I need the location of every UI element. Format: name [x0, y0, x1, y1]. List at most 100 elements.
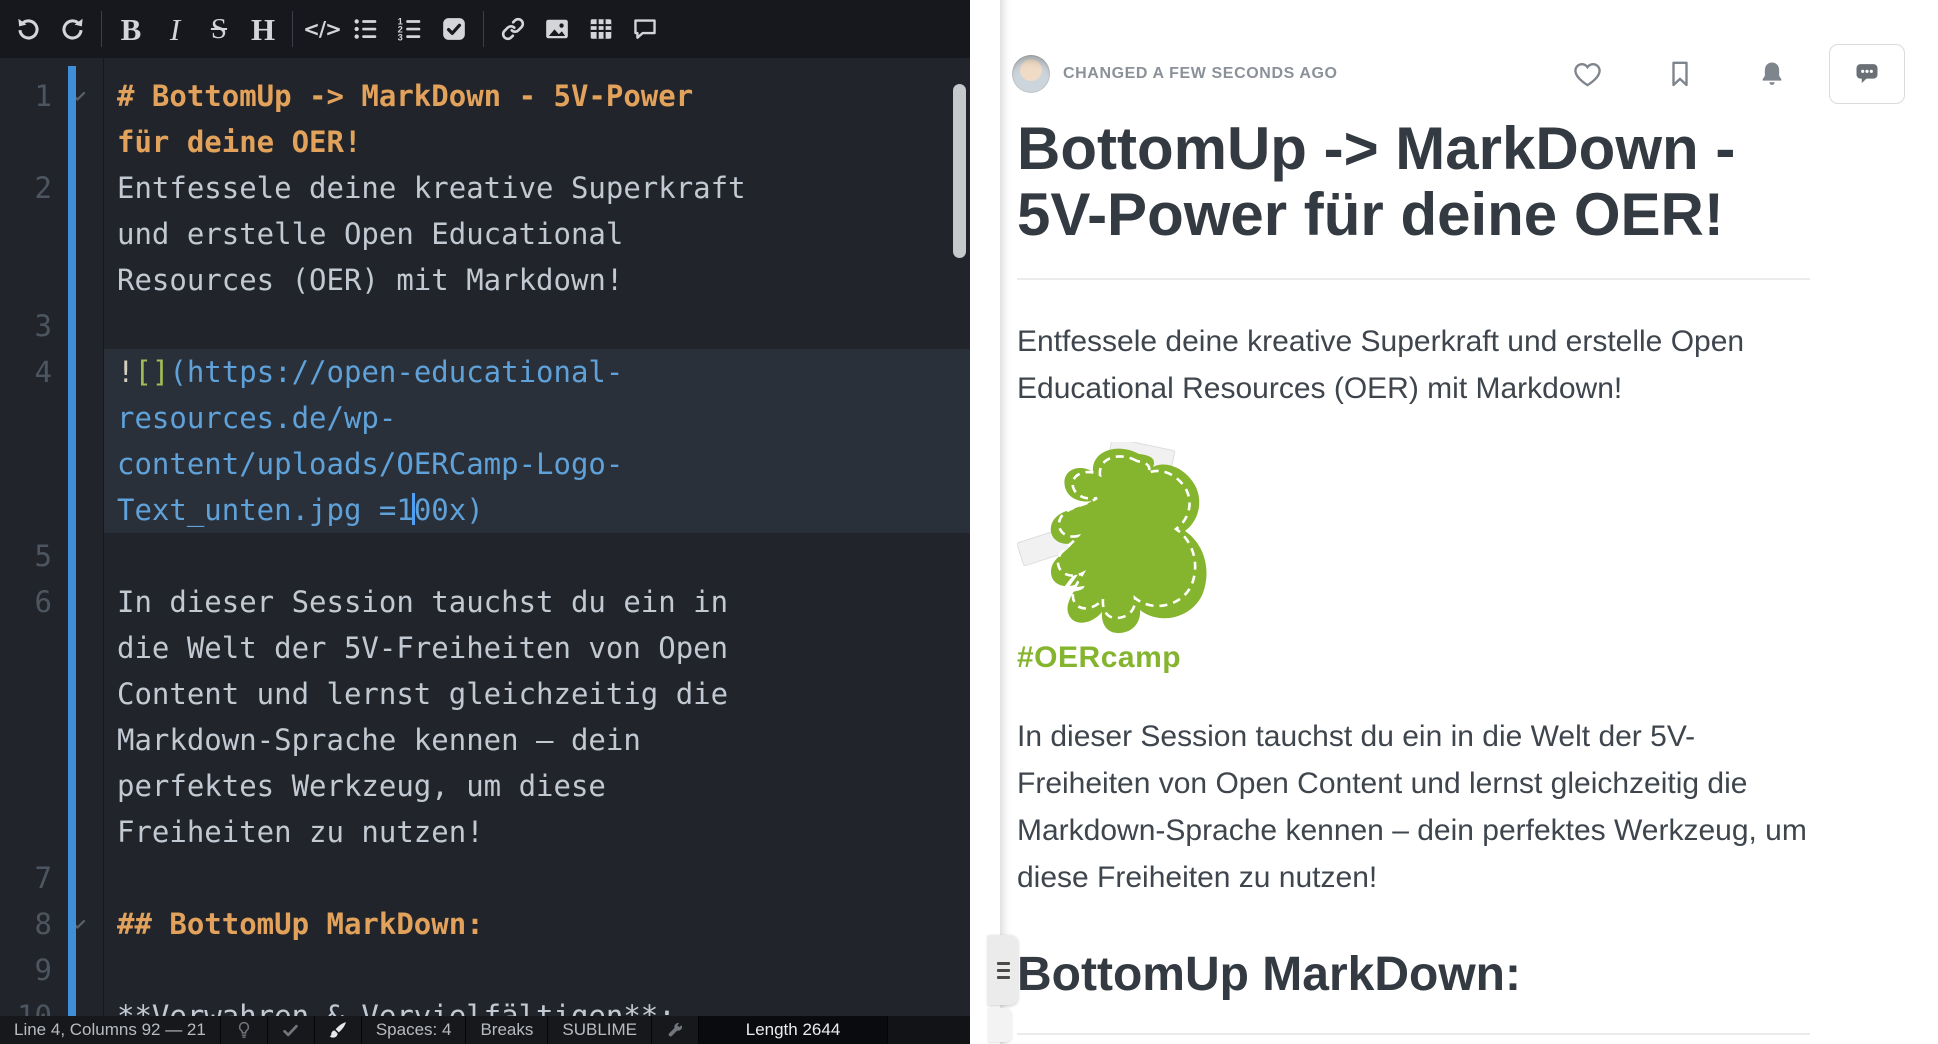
bell-icon[interactable] — [1757, 59, 1787, 89]
line-number — [0, 257, 52, 303]
wrench-icon[interactable] — [652, 1016, 699, 1044]
code-text: für deine OER! — [103, 119, 361, 165]
section-drag-handle[interactable] — [988, 935, 1018, 1005]
editor-row[interactable]: 9 — [0, 947, 970, 993]
keymap-setting[interactable]: SUBLIME — [548, 1016, 652, 1044]
author-avatar[interactable] — [1012, 55, 1050, 93]
doc-paragraph-2: In dieser Session tauchst du ein in die … — [1017, 713, 1810, 901]
line-number: 10 — [0, 993, 52, 1016]
comment-button[interactable] — [1829, 44, 1905, 104]
unordered-list-button[interactable] — [344, 6, 388, 52]
note-actions — [1572, 59, 1787, 90]
fold-gutter — [52, 809, 103, 855]
comment-icon — [632, 16, 658, 42]
line-number — [0, 211, 52, 257]
editor-row[interactable]: 8## BottomUp MarkDown: — [0, 901, 970, 947]
rendered-document: BottomUp -> MarkDown - 5V-Power für dein… — [1017, 116, 1810, 1035]
editor-row[interactable]: Resources (OER) mit Markdown! — [0, 257, 970, 303]
code-text: Text_unten.jpg =100x) — [103, 487, 484, 533]
fold-gutter — [52, 671, 103, 717]
fold-gutter — [52, 855, 103, 901]
strikethrough-icon: S — [211, 15, 227, 44]
app-window: BISH </> 123 1# BottomUp -> MarkDown - 5V-… — [0, 0, 1938, 1044]
editor-row[interactable]: resources.de/wp- — [0, 395, 970, 441]
fold-gutter — [52, 579, 103, 625]
line-number: 9 — [0, 947, 52, 993]
ordered-list-button[interactable]: 123 — [388, 6, 432, 52]
linebreak-setting[interactable]: Breaks — [466, 1016, 548, 1044]
changed-lines-bar — [68, 66, 76, 1016]
line-number: 7 — [0, 855, 52, 901]
section-drag-handle-secondary[interactable] — [988, 1008, 1012, 1042]
editor-row[interactable]: 5 — [0, 533, 970, 579]
toolbar-separator — [483, 11, 484, 47]
check-icon[interactable] — [268, 1016, 315, 1044]
fold-chevron-icon[interactable] — [52, 901, 103, 947]
editor-row[interactable]: Text_unten.jpg =100x) — [0, 487, 970, 533]
cursor-position: Line 4, Columns 92 — 21 — [0, 1016, 221, 1044]
fold-chevron-icon[interactable] — [52, 73, 103, 119]
code-text — [103, 533, 117, 579]
editor-row[interactable]: 7 — [0, 855, 970, 901]
editor-row[interactable]: 2Entfessele deine kreative Superkraft — [0, 165, 970, 211]
image-button[interactable] — [535, 6, 579, 52]
editor-row[interactable]: für deine OER! — [0, 119, 970, 165]
editor-row[interactable]: 4![](https://open-educational- — [0, 349, 970, 395]
code-text: Freiheiten zu nutzen! — [103, 809, 484, 855]
chat-dots-icon — [1853, 60, 1881, 88]
fold-gutter — [52, 211, 103, 257]
bold-button[interactable]: B — [109, 6, 153, 52]
editor-statusbar: Line 4, Columns 92 — 21 Spaces: 4BreaksSU… — [0, 1016, 970, 1044]
line-number: 8 — [0, 901, 52, 947]
editor-row[interactable]: content/uploads/OERCamp-Logo- — [0, 441, 970, 487]
brush-icon[interactable] — [315, 1016, 362, 1044]
heading-button[interactable]: H — [241, 6, 285, 52]
strikethrough-button[interactable]: S — [197, 6, 241, 52]
link-icon — [500, 16, 526, 42]
doc-section-heading: BottomUp MarkDown: — [1017, 947, 1810, 1003]
editor-row[interactable]: 1# BottomUp -> MarkDown - 5V-Power — [0, 73, 970, 119]
code-text: # BottomUp -> MarkDown - 5V-Power — [103, 73, 693, 119]
code-text — [103, 855, 117, 901]
code-button[interactable]: </> — [300, 6, 344, 52]
table-button[interactable] — [579, 6, 623, 52]
editor-row[interactable]: Markdown-Sprache kennen – dein — [0, 717, 970, 763]
code-text: Markdown-Sprache kennen – dein — [103, 717, 641, 763]
fold-gutter — [52, 625, 103, 671]
fold-gutter — [52, 441, 103, 487]
bookmark-icon[interactable] — [1665, 59, 1695, 89]
line-number: 3 — [0, 303, 52, 349]
editor-scrollbar[interactable] — [953, 84, 966, 258]
code-text — [103, 303, 117, 349]
heading-icon: H — [251, 14, 275, 45]
redo-button[interactable] — [50, 6, 94, 52]
comment-button[interactable] — [623, 6, 667, 52]
undo-button[interactable] — [6, 6, 50, 52]
line-number — [0, 763, 52, 809]
indent-setting[interactable]: Spaces: 4 — [362, 1016, 467, 1044]
editor-row[interactable]: 6In dieser Session tauchst du ein in — [0, 579, 970, 625]
fold-gutter — [52, 303, 103, 349]
editor-row[interactable]: Freiheiten zu nutzen! — [0, 809, 970, 855]
lightbulb-icon[interactable] — [221, 1016, 268, 1044]
link-button[interactable] — [491, 6, 535, 52]
editor-row[interactable]: 3 — [0, 303, 970, 349]
editor-row[interactable]: die Welt der 5V-Freiheiten von Open — [0, 625, 970, 671]
gutter-separator — [103, 58, 104, 1016]
editor-row[interactable]: und erstelle Open Educational — [0, 211, 970, 257]
line-number — [0, 671, 52, 717]
editor-row[interactable]: 10**Verwahren & Vervielfältigen**: — [0, 993, 970, 1016]
code-icon: </> — [303, 17, 341, 41]
italic-button[interactable]: I — [153, 6, 197, 52]
task-list-button[interactable] — [432, 6, 476, 52]
code-text: ![](https://open-educational- — [103, 349, 623, 395]
editor-row[interactable]: Content und lernst gleichzeitig die — [0, 671, 970, 717]
code-text: content/uploads/OERCamp-Logo- — [103, 441, 623, 487]
heart-icon[interactable] — [1572, 59, 1603, 90]
line-number — [0, 625, 52, 671]
code-text: Content und lernst gleichzeitig die — [103, 671, 728, 717]
code-editor[interactable]: 1# BottomUp -> MarkDown - 5V-Powerfür de… — [0, 58, 970, 1016]
fold-gutter — [52, 257, 103, 303]
editor-row[interactable]: perfektes Werkzeug, um diese — [0, 763, 970, 809]
code-text: perfektes Werkzeug, um diese — [103, 763, 606, 809]
